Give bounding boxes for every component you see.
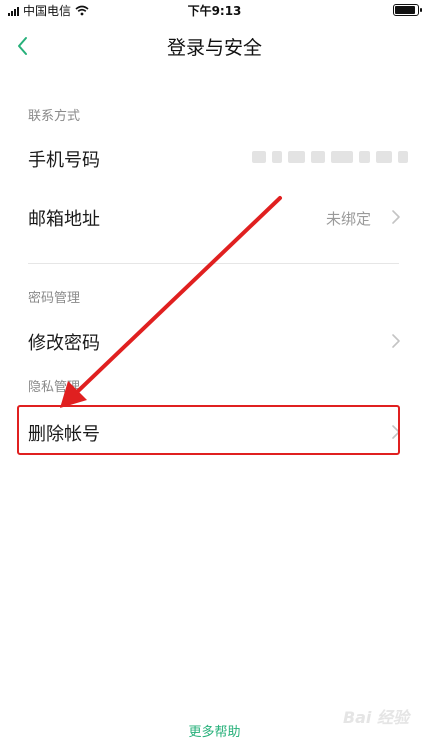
email-address-label: 邮箱地址 bbox=[28, 209, 100, 230]
section-header-password: 密码管理 bbox=[28, 291, 81, 306]
status-bar: 中国电信 下午9:13 bbox=[0, 0, 429, 20]
nav-bar: 登录与安全 bbox=[0, 20, 429, 72]
email-address-value: 未绑定 bbox=[325, 210, 371, 228]
section-header-contact: 联系方式 bbox=[28, 109, 81, 124]
section-header-privacy: 隐私管理 bbox=[28, 380, 81, 395]
annotation-highlight-box bbox=[17, 405, 400, 455]
watermark: Bai 经验 bbox=[342, 708, 409, 727]
change-password-label: 修改密码 bbox=[28, 333, 100, 354]
phone-number-label: 手机号码 bbox=[28, 150, 100, 171]
phone-number-value-redacted bbox=[252, 148, 409, 166]
chevron-right-icon bbox=[392, 210, 400, 224]
battery-icon bbox=[393, 4, 422, 16]
section-divider bbox=[28, 263, 399, 264]
email-address-row[interactable]: 邮箱地址 未绑定 bbox=[0, 192, 429, 242]
chevron-right-icon bbox=[392, 334, 400, 348]
change-password-row[interactable]: 修改密码 bbox=[0, 316, 429, 366]
status-time: 下午9:13 bbox=[187, 4, 242, 18]
page-title: 登录与安全 bbox=[166, 37, 262, 59]
